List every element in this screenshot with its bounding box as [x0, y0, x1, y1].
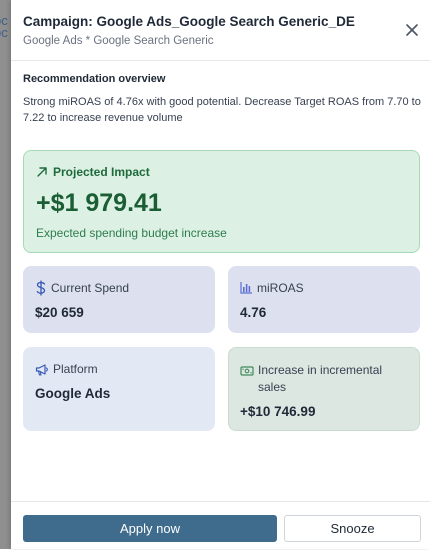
- background-page-text: oc oc: [0, 13, 8, 40]
- overview-text: Strong miROAS of 4.76x with good potenti…: [23, 96, 421, 124]
- current-spend-value: $20 659: [35, 305, 84, 320]
- dollar-icon: [36, 280, 46, 296]
- incremental-sales-card: Increase in incremental sales +$10 746.9…: [228, 347, 420, 431]
- panel-header: Campaign: Google Ads_Google Search Gener…: [11, 0, 430, 61]
- projected-impact-header: Projected Impact: [36, 165, 150, 179]
- projected-impact-value: +$1 979.41: [36, 189, 162, 217]
- incremental-sales-header: Increase in incremental sales: [240, 362, 405, 396]
- platform-header: Platform: [35, 361, 98, 378]
- megaphone-icon: [35, 364, 48, 376]
- miroas-value: 4.76: [240, 305, 267, 320]
- platform-card: Platform Google Ads: [23, 347, 215, 431]
- bar-chart-icon: [240, 282, 252, 294]
- overview-heading: Recommendation overview: [23, 73, 166, 85]
- projected-impact-description: Expected spending budget increase: [36, 226, 227, 240]
- miroas-card: miROAS 4.76: [228, 266, 420, 333]
- banknote-icon: [240, 366, 254, 376]
- miroas-label: miROAS: [257, 281, 304, 295]
- recommendation-panel: Campaign: Google Ads_Google Search Gener…: [11, 0, 430, 549]
- incremental-sales-value: +$10 746.99: [240, 404, 316, 419]
- close-icon[interactable]: [404, 22, 420, 38]
- current-spend-label: Current Spend: [51, 281, 130, 295]
- arrow-up-right-icon: [37, 167, 47, 177]
- miroas-header: miROAS: [240, 280, 304, 297]
- platform-value: Google Ads: [35, 386, 111, 401]
- current-spend-header: Current Spend: [35, 280, 129, 297]
- current-spend-card: Current Spend $20 659: [23, 266, 215, 333]
- snooze-button[interactable]: Snooze: [284, 515, 421, 542]
- projected-impact-card: Projected Impact +$1 979.41 Expected spe…: [23, 150, 420, 253]
- campaign-title: Campaign: Google Ads_Google Search Gener…: [23, 14, 355, 29]
- incremental-sales-label: Increase in incremental sales: [258, 363, 383, 394]
- projected-impact-title: Projected Impact: [53, 165, 150, 179]
- background-page: oc oc: [0, 0, 11, 549]
- platform-label: Platform: [53, 362, 98, 376]
- apply-now-button[interactable]: Apply now: [23, 515, 277, 542]
- panel-footer: Apply now Snooze: [11, 501, 430, 550]
- campaign-subtitle: Google Ads * Google Search Generic: [23, 35, 214, 47]
